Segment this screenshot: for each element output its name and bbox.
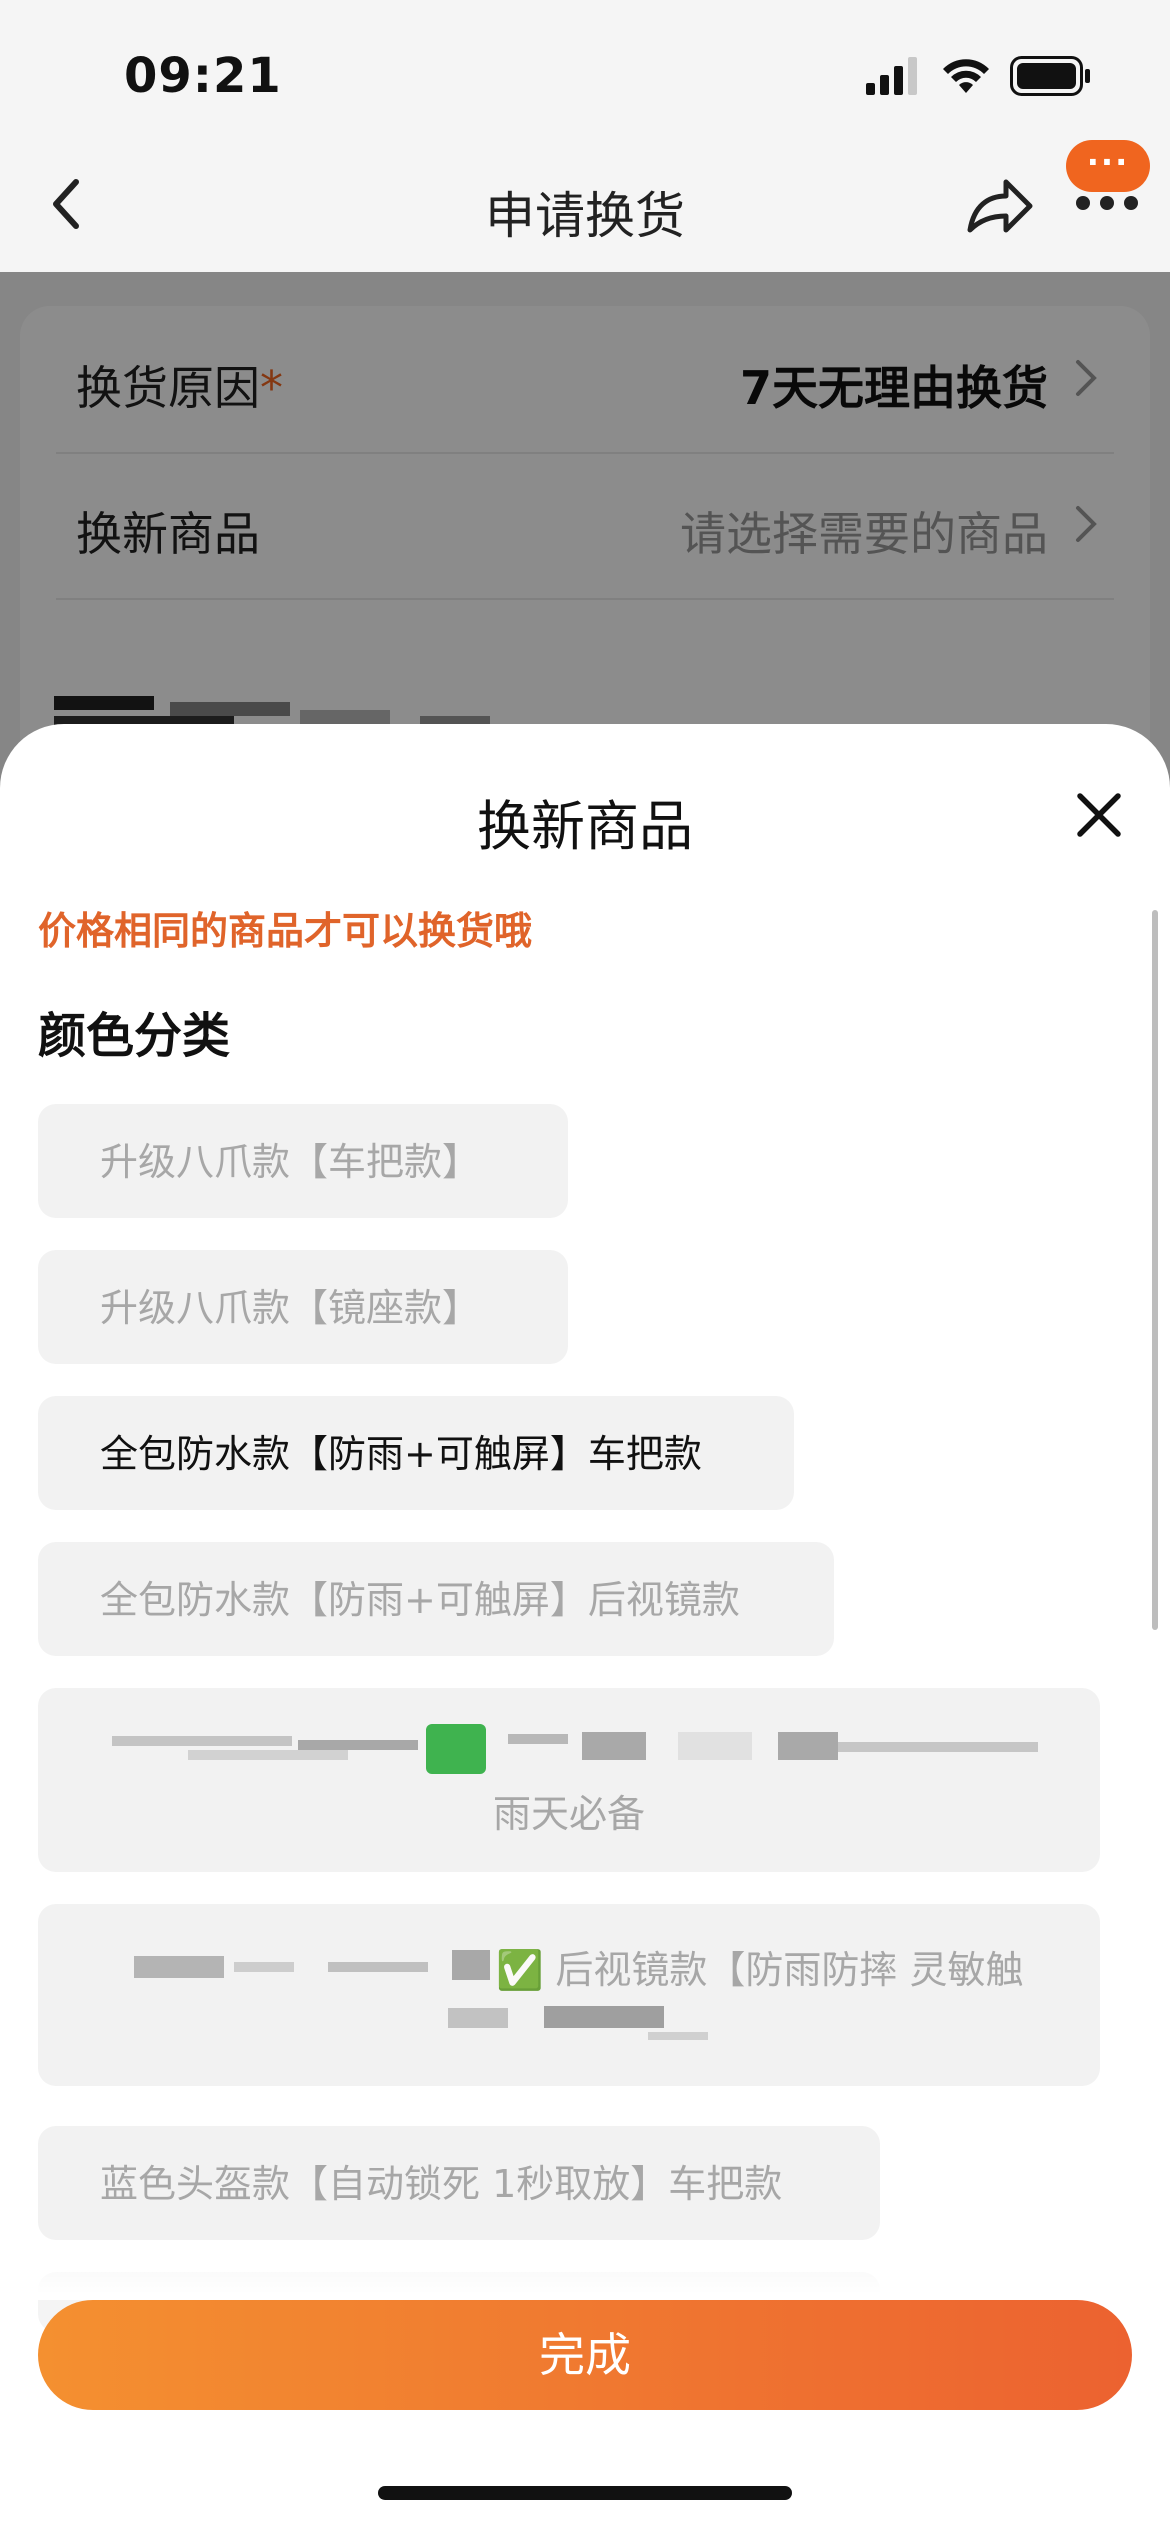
status-time: 09:21	[124, 48, 282, 104]
option-label: 全包防水款【防雨+可触屏】后视镜款	[100, 1578, 740, 1622]
option-label: 升级八爪款【车把款】	[100, 1140, 481, 1184]
option-item: 雨天必备	[38, 1688, 1100, 1872]
sheet-title: 换新商品	[477, 795, 693, 858]
option-label: 升级八爪款【镜座款】	[100, 1286, 481, 1330]
option-label: 蓝色头盔款【自动锁死 1秒取放】车把款	[100, 2162, 783, 2206]
option-item: 全包防水款【防雨+可触屏】后视镜款	[38, 1542, 834, 1656]
home-indicator	[378, 2486, 792, 2500]
cellular-signal-icon	[866, 57, 917, 95]
done-button[interactable]: 完成	[38, 2300, 1132, 2410]
status-icons	[866, 56, 1092, 96]
option-item: 升级八爪款【镜座款】	[38, 1250, 568, 1364]
battery-icon	[1010, 56, 1090, 96]
scroll-indicator[interactable]	[1152, 910, 1158, 1630]
section-title-color: 颜色分类	[38, 1008, 231, 1064]
sheet-fade	[0, 2240, 1170, 2300]
option-item: 升级八爪款【车把款】	[38, 1104, 568, 1218]
wifi-icon	[943, 59, 989, 93]
price-notice: 价格相同的商品才可以换货哦	[38, 909, 533, 953]
nav-bar: 申请换货 ···	[0, 140, 1170, 272]
close-icon[interactable]	[1070, 786, 1128, 844]
option-item: ✅ 后视镜款【防雨防摔 灵敏触	[38, 1904, 1100, 2086]
status-bar: 09:21	[0, 0, 1170, 140]
share-icon[interactable]	[964, 174, 1036, 238]
option-item: 蓝色头盔款【自动锁死 1秒取放】车把款	[38, 2126, 880, 2240]
option-label: 雨天必备	[492, 1792, 645, 1836]
more-menu-badge[interactable]: ···	[1066, 140, 1150, 192]
option-label: ✅ 后视镜款【防雨防摔 灵敏触	[496, 1948, 1024, 1992]
option-item[interactable]: 全包防水款【防雨+可触屏】车把款	[38, 1396, 794, 1510]
more-dots-icon[interactable]	[1076, 196, 1138, 210]
option-label: 全包防水款【防雨+可触屏】车把款	[100, 1432, 702, 1476]
